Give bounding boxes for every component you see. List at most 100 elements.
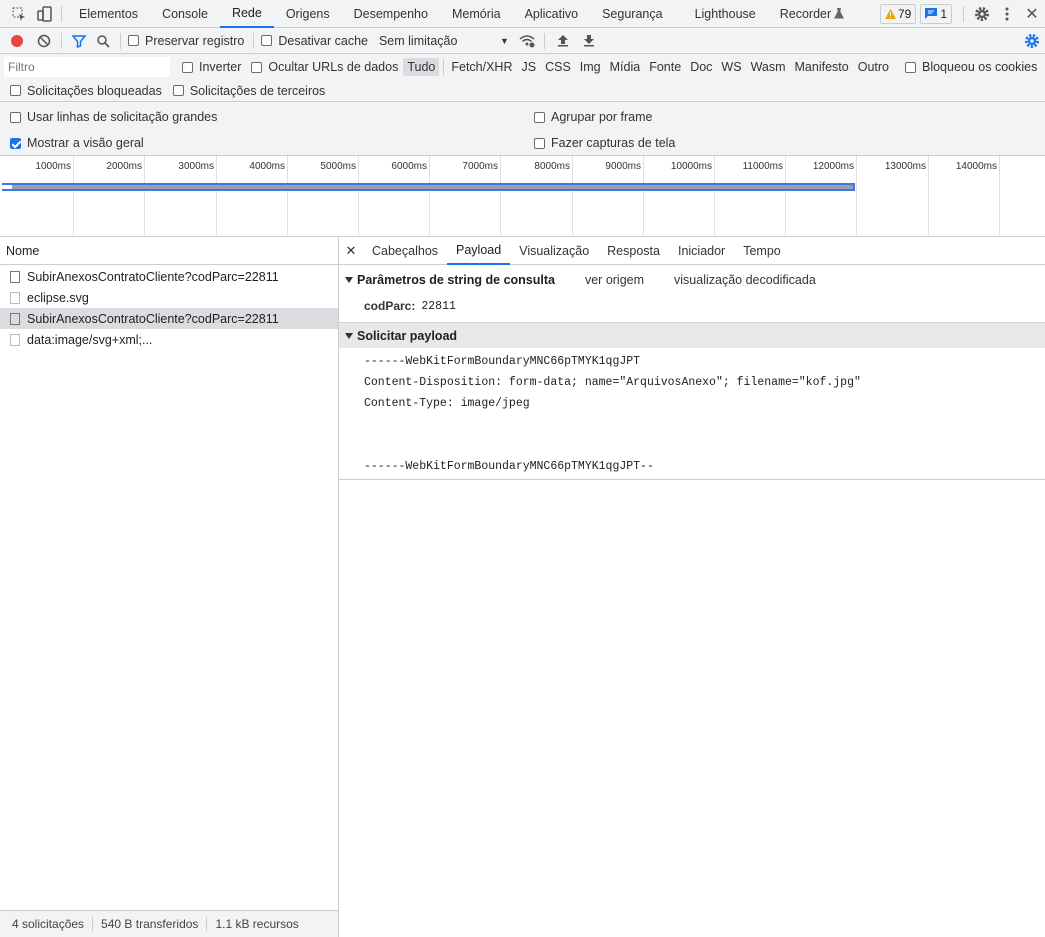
timeline-tick-label: 9000ms (605, 161, 641, 172)
network-conditions-icon[interactable] (515, 34, 539, 48)
close-icon[interactable]: ✕ (1019, 4, 1045, 24)
timeline-overview[interactable]: 1000ms 2000ms 3000ms 4000ms 5000ms 6000ms 7000… (0, 156, 1045, 237)
name-column-header[interactable]: Nome (0, 237, 338, 265)
tab-iniciador[interactable]: Iniciador (669, 237, 734, 265)
device-toolbar-icon[interactable] (34, 5, 56, 22)
network-settings-panel: Usar linhas de solicitação grandes Agrup… (0, 102, 1045, 156)
tab-payload[interactable]: Payload (447, 237, 511, 265)
warnings-count: 79 (897, 6, 912, 21)
checkbox[interactable] (904, 61, 916, 73)
timeline-tick: 4000ms (249, 156, 288, 237)
view-decoded-link[interactable]: visualização decodificada (674, 273, 816, 287)
request-row-selected[interactable]: SubirAnexosContratoCliente?codParc=22811 (0, 308, 338, 329)
request-row[interactable]: eclipse.svg (0, 287, 338, 308)
record-icon[interactable] (6, 34, 28, 48)
type-filter-wasm[interactable]: Wasm (747, 58, 790, 76)
tab-lighthouse[interactable]: Lighthouse (683, 0, 768, 28)
tab-origens[interactable]: Origens (274, 0, 342, 28)
type-filter-fetch-xhr[interactable]: Fetch/XHR (447, 58, 516, 76)
checkbox[interactable] (261, 35, 273, 46)
checkbox[interactable] (534, 111, 545, 123)
tab-tempo[interactable]: Tempo (734, 237, 790, 265)
type-filter-img[interactable]: Img (576, 58, 605, 76)
checkbox[interactable] (172, 85, 184, 96)
hide-data-urls-checkbox[interactable]: Ocultar URLs de dados (251, 60, 398, 74)
screenshots-checkbox[interactable]: Fazer capturas de tela (534, 136, 675, 150)
timeline-tick: 9000ms (605, 156, 644, 237)
warnings-badge[interactable]: 79 (879, 3, 917, 24)
type-filter-doc[interactable]: Doc (686, 58, 716, 76)
view-source-link[interactable]: ver origem (585, 273, 644, 287)
timeline-tick: 11000ms (743, 156, 786, 237)
type-filter-fonte[interactable]: Fonte (645, 58, 685, 76)
download-icon[interactable] (576, 34, 602, 47)
checkbox[interactable] (128, 35, 139, 46)
blocked-requests-checkbox[interactable]: Solicitações bloqueadas (10, 84, 162, 98)
gear-icon[interactable] (969, 6, 995, 22)
divider (120, 32, 121, 49)
type-filter-midia[interactable]: Mídia (606, 58, 645, 76)
clear-icon[interactable] (32, 34, 56, 48)
tab-desempenho[interactable]: Desempenho (342, 0, 440, 28)
disable-cache-label: Desativar cache (278, 33, 368, 48)
invert-checkbox[interactable]: Inverter (182, 60, 241, 74)
checkbox[interactable] (10, 137, 21, 149)
timeline-tick-label: 12000ms (812, 161, 854, 172)
throttling-select[interactable]: Sem limitação ▼ (379, 34, 509, 48)
network-settings-gear-icon[interactable] (1019, 33, 1045, 49)
request-name: SubirAnexosContratoCliente?codParc=22811 (27, 269, 279, 284)
timeline-tick: 13000ms (885, 156, 929, 237)
param-value: 22811 (421, 299, 456, 313)
image-file-icon (10, 333, 20, 346)
checkbox[interactable] (251, 61, 263, 73)
request-payload-section-header[interactable]: Solicitar payload (339, 322, 1045, 348)
blocked-cookies-checkbox[interactable]: Bloqueou os cookies (904, 60, 1037, 74)
tab-aplicativo[interactable]: Aplicativo (513, 0, 591, 28)
third-party-checkbox[interactable]: Solicitações de terceiros (172, 84, 325, 98)
search-icon[interactable] (91, 34, 115, 48)
checkbox[interactable] (182, 61, 193, 73)
disable-cache-checkbox[interactable]: Desativar cache (261, 34, 368, 48)
request-payload-title: Solicitar payload (357, 328, 458, 343)
upload-icon[interactable] (550, 34, 576, 47)
more-vert-icon[interactable] (995, 7, 1019, 21)
checkbox[interactable] (10, 111, 21, 123)
type-filter-manifesto[interactable]: Manifesto (791, 58, 853, 76)
query-params-section-header[interactable]: Parâmetros de string de consulta ver ori… (339, 266, 1045, 294)
large-rows-checkbox[interactable]: Usar linhas de solicitação grandes (10, 110, 217, 124)
request-row[interactable]: SubirAnexosContratoCliente?codParc=22811 (0, 266, 338, 287)
tab-seguranca[interactable]: Segurança (590, 0, 682, 28)
tab-memoria[interactable]: Memória (440, 0, 513, 28)
messages-badge[interactable]: 1 (920, 3, 952, 24)
tab-elementos[interactable]: Elementos (67, 0, 150, 28)
timeline-tick: 10000ms (671, 156, 715, 237)
inspect-element-icon[interactable] (8, 6, 30, 22)
filter-icon[interactable] (67, 34, 91, 48)
close-icon[interactable]: ✕ (339, 243, 363, 259)
timeline-tick: 8000ms (534, 156, 573, 237)
timeline-tick: 1000ms (35, 156, 74, 237)
show-overview-checkbox[interactable]: Mostrar a visão geral (10, 136, 144, 150)
type-filter-outro[interactable]: Outro (854, 58, 893, 76)
group-by-frame-checkbox[interactable]: Agrupar por frame (534, 110, 652, 124)
tab-recorder[interactable]: Recorder (768, 0, 848, 28)
checkbox[interactable] (10, 85, 21, 96)
type-filter-css[interactable]: CSS (541, 58, 575, 76)
preserve-log-checkbox[interactable]: Preservar registro (128, 34, 244, 48)
filter-input[interactable] (4, 57, 170, 77)
type-filter-js[interactable]: JS (518, 58, 541, 76)
payload-body: ------WebKitFormBoundaryMNC66pTMYK1qgJPT… (339, 348, 1045, 480)
request-row[interactable]: data:image/svg+xml;... (0, 329, 338, 350)
tab-rede[interactable]: Rede (219, 0, 274, 28)
tab-console[interactable]: Console (150, 0, 220, 28)
checkbox[interactable] (534, 137, 545, 149)
tab-resposta[interactable]: Resposta (598, 237, 669, 265)
timeline-tick-label: 11000ms (742, 161, 783, 172)
tab-visualizacao[interactable]: Visualização (510, 237, 598, 265)
type-filter-ws[interactable]: WS (717, 58, 745, 76)
type-filter-tudo[interactable]: Tudo (403, 58, 440, 76)
tab-cabecalhos[interactable]: Cabeçalhos (363, 237, 447, 265)
payload-line: ------WebKitFormBoundaryMNC66pTMYK1qgJPT… (364, 460, 654, 473)
resource-type-filters: Tudo Fetch/XHR JS CSS Img Mídia Fonte Do… (403, 58, 894, 76)
timeline-tick-label: 10000ms (670, 161, 712, 172)
